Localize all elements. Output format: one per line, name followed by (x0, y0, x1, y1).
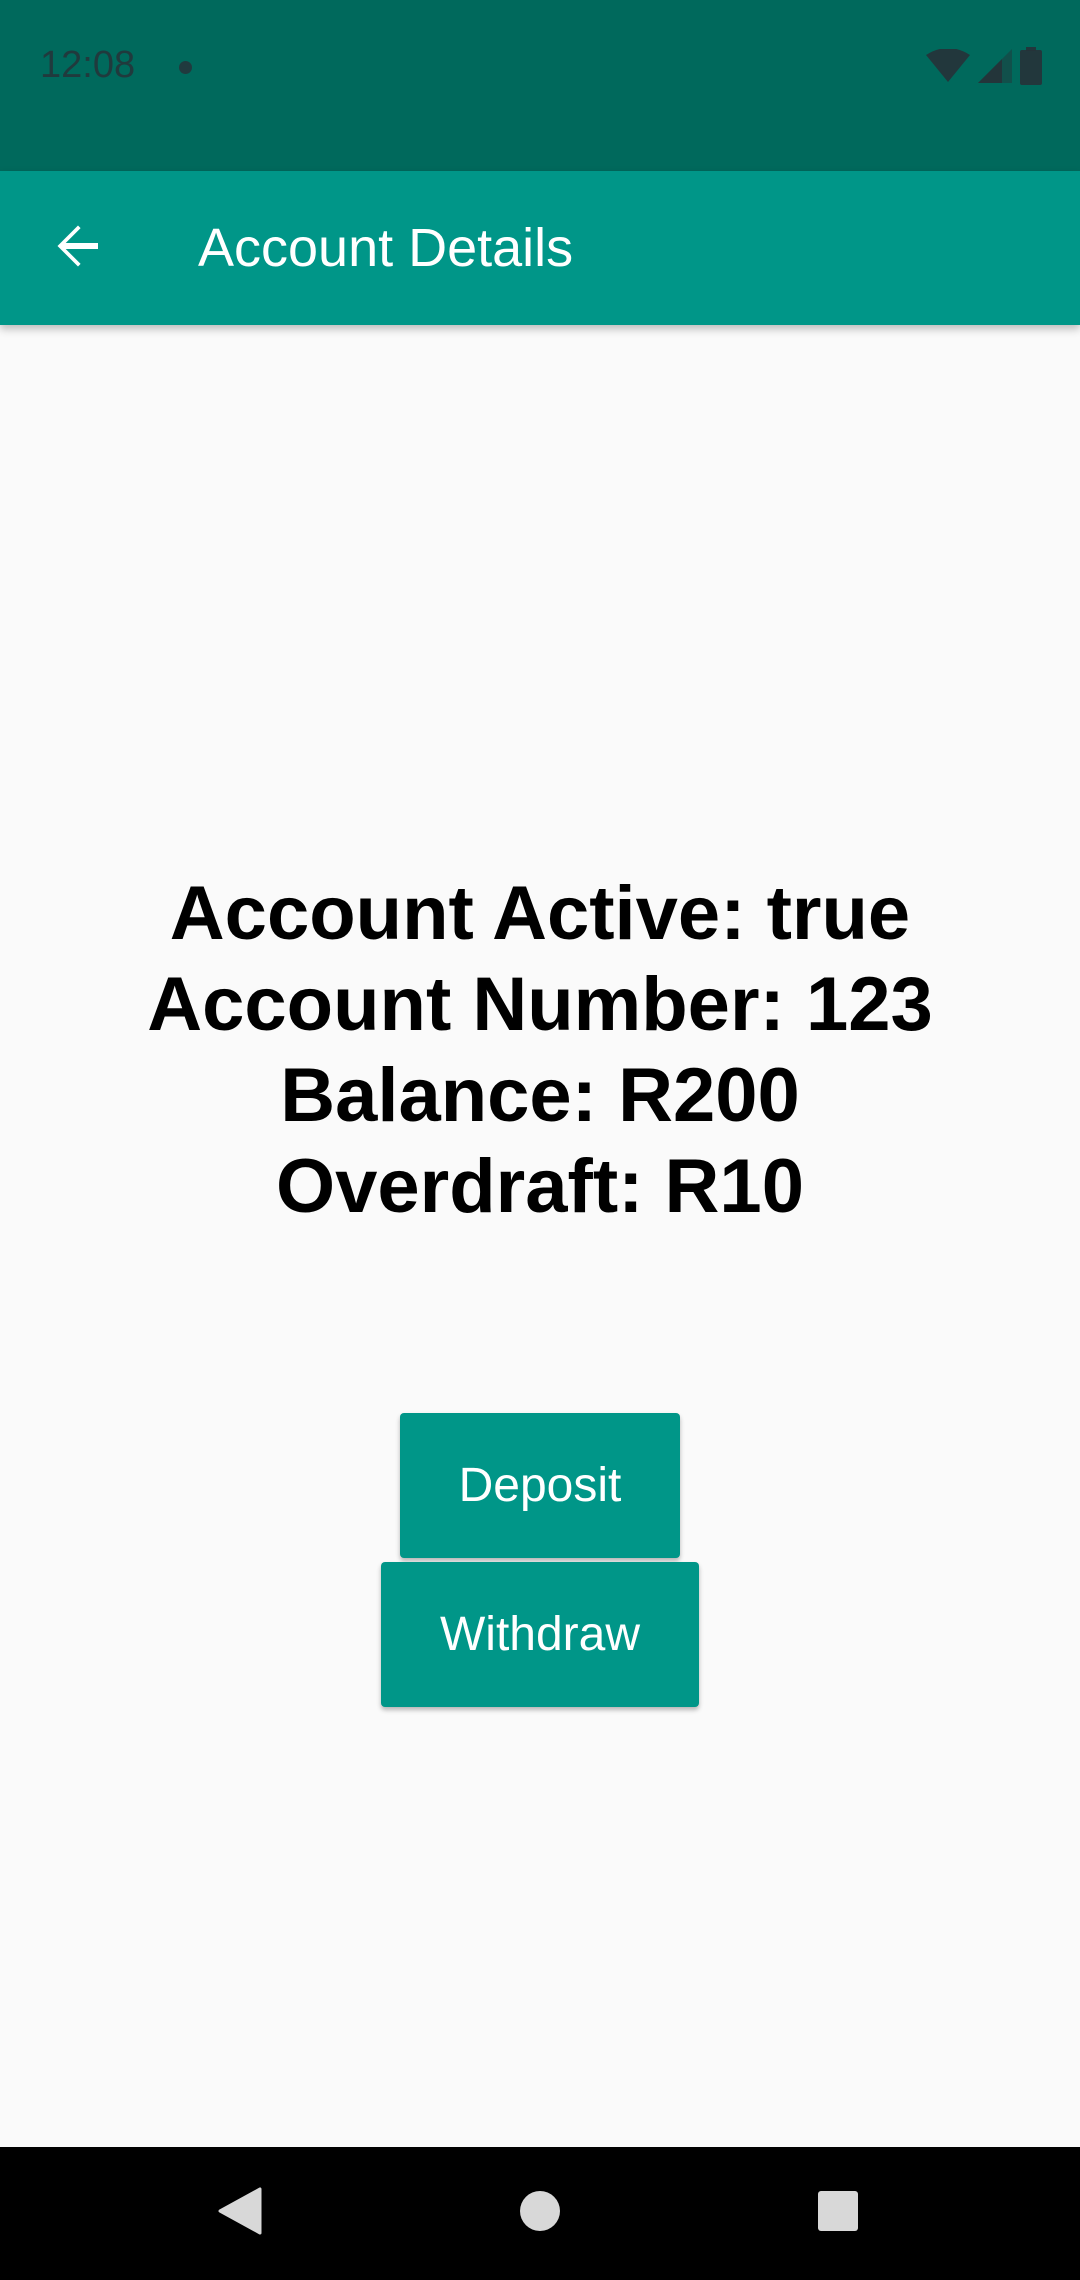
notification-dot-icon (179, 61, 192, 74)
status-time: 12:08 (40, 44, 136, 86)
status-icons (926, 46, 1042, 90)
battery-icon (1020, 46, 1042, 90)
nav-back-button[interactable] (180, 2147, 300, 2280)
arrow-back-icon (54, 222, 102, 275)
nav-home-button[interactable] (480, 2147, 600, 2280)
page-title: Account Details (198, 218, 574, 278)
overdraft-text: Overdraft: R10 (276, 1144, 804, 1229)
recents-square-icon (818, 2191, 858, 2236)
app-bar: Account Details (0, 171, 1080, 325)
screen: 12:08 Account Details Account Active: tr… (0, 0, 1080, 2280)
back-button[interactable] (38, 208, 118, 288)
withdraw-button[interactable]: Withdraw (381, 1562, 699, 1707)
home-circle-icon (519, 2190, 561, 2237)
cell-signal-icon (978, 48, 1012, 88)
status-bar: 12:08 (0, 0, 1080, 171)
account-active-text: Account Active: true (169, 871, 911, 956)
deposit-button[interactable]: Deposit (400, 1413, 680, 1558)
account-details: Account Active: true Account Number: 123… (0, 868, 1080, 1232)
account-number-text: Account Number: 123 (147, 962, 933, 1047)
back-triangle-icon (218, 2187, 262, 2240)
nav-recents-button[interactable] (778, 2147, 898, 2280)
navigation-bar (0, 2147, 1080, 2280)
wifi-icon (926, 47, 970, 88)
balance-text: Balance: R200 (280, 1053, 800, 1138)
